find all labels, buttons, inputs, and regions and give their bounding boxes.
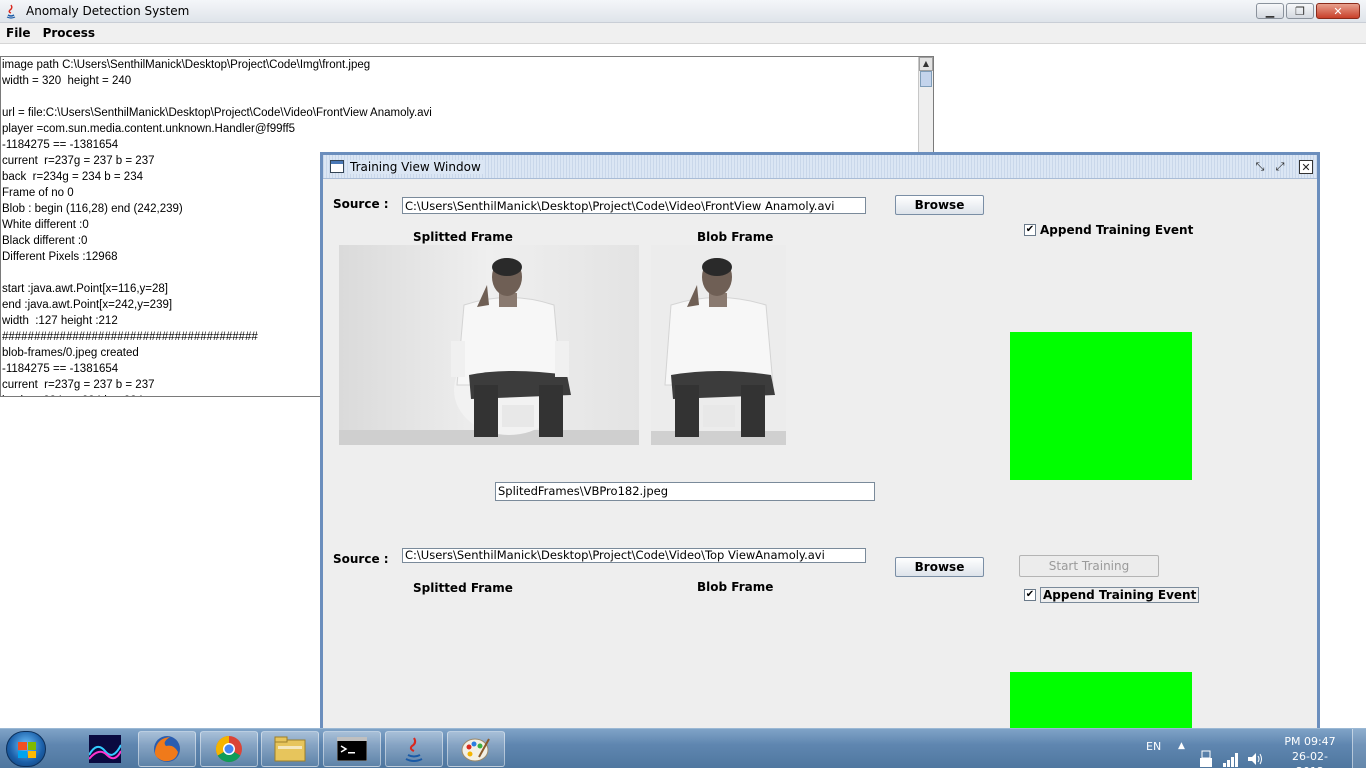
paint-icon — [461, 738, 490, 762]
status-indicator-bottom — [1010, 672, 1192, 731]
source-label-top: Source : — [333, 197, 389, 211]
menu-process[interactable]: Process — [37, 23, 102, 43]
append-training-checkbox-top[interactable]: ✔ Append Training Event — [1024, 223, 1193, 237]
restore-icon: ❐ — [1295, 4, 1305, 18]
blob-frame-image — [651, 245, 786, 445]
taskbar-media[interactable] — [76, 731, 134, 767]
frame-file-field[interactable]: SplitedFrames\VBPro182.jpeg — [495, 482, 875, 501]
source-field-bottom[interactable]: C:\Users\SenthilManick\Desktop\Project\C… — [402, 548, 866, 563]
maximize-icon[interactable]: ⤢ — [1273, 160, 1287, 174]
volume-icon[interactable] — [1246, 739, 1264, 768]
append-training-label: Append Training Event — [1040, 587, 1200, 603]
iconify-icon[interactable]: ⤡ — [1253, 160, 1267, 174]
log-line: image path C:\Users\SenthilManick\Deskto… — [2, 59, 371, 71]
taskbar-chrome[interactable] — [200, 731, 258, 767]
folder-icon — [274, 736, 306, 762]
checkbox-check-icon: ✔ — [1024, 224, 1036, 236]
log-line: -1184275 == -1381654 — [2, 139, 119, 151]
taskbar-paint[interactable] — [447, 731, 505, 767]
training-window-title: Training View Window — [350, 160, 485, 174]
close-button[interactable]: ✕ — [1316, 3, 1360, 19]
status-indicator-top — [1010, 332, 1192, 480]
clock-time: PM 09:47 — [1284, 735, 1336, 748]
taskbar-firefox[interactable] — [138, 731, 196, 767]
training-view-window: Training View Window ⤡ ⤢ ✕ Source : C:\U… — [320, 152, 1320, 731]
usb-icon[interactable] — [1198, 739, 1214, 768]
chrome-icon — [215, 735, 242, 763]
splitted-frame-label-top: Splitted Frame — [413, 230, 513, 244]
windows-logo-icon — [18, 742, 36, 758]
close-icon: ✕ — [1333, 4, 1343, 18]
training-title-bar[interactable]: Training View Window ⤡ ⤢ ✕ — [323, 155, 1317, 179]
source-field-top[interactable]: C:\Users\SenthilManick\Desktop\Project\C… — [402, 197, 866, 214]
network-icon[interactable] — [1222, 739, 1240, 768]
scroll-up-icon[interactable]: ▲ — [919, 57, 933, 71]
window-title: Anomaly Detection System — [26, 4, 190, 18]
minimize-icon: ▁ — [1265, 4, 1275, 18]
java-app-icon — [6, 4, 16, 19]
show-hidden-icons-icon[interactable]: ▲ — [1178, 741, 1185, 768]
restore-button[interactable]: ❐ — [1286, 3, 1314, 19]
close-icon[interactable]: ✕ — [1299, 160, 1313, 174]
menu-bar: File Process — [0, 23, 1366, 44]
start-training-button[interactable]: Start Training — [1019, 555, 1159, 577]
taskbar: EN ▲ PM 09:47 26-02-2012 — [0, 728, 1366, 768]
menu-file[interactable]: File — [0, 23, 37, 43]
window-icon — [330, 160, 344, 173]
taskbar-cmd[interactable] — [323, 731, 381, 767]
append-training-checkbox-bottom[interactable]: ✔ Append Training Event — [1024, 587, 1200, 603]
blob-frame-label-bottom: Blob Frame — [697, 580, 774, 594]
log-line: player =com.sun.media.content.unknown.Ha… — [2, 123, 296, 135]
java-icon — [405, 737, 423, 762]
start-button[interactable] — [6, 731, 46, 767]
browse-button-top[interactable]: Browse — [895, 195, 984, 215]
taskbar-java[interactable] — [385, 731, 443, 767]
splitted-frame-image — [339, 245, 639, 445]
scroll-thumb[interactable] — [920, 71, 932, 87]
append-training-label: Append Training Event — [1040, 223, 1194, 237]
firefox-icon — [154, 736, 180, 762]
title-bar: Anomaly Detection System ▁ ❐ ✕ — [0, 0, 1366, 23]
cmd-icon — [337, 737, 367, 761]
show-desktop-button[interactable] — [1352, 729, 1366, 768]
language-indicator[interactable]: EN — [1146, 740, 1161, 768]
blob-frame-label-top: Blob Frame — [697, 230, 774, 244]
media-icon — [89, 735, 121, 763]
minimize-button[interactable]: ▁ — [1256, 3, 1284, 19]
splitted-frame-label-bottom: Splitted Frame — [413, 581, 513, 595]
system-clock[interactable]: PM 09:47 26-02-2012 — [1280, 734, 1340, 768]
clock-date: 26-02-2012 — [1292, 750, 1328, 768]
source-label-bottom: Source : — [333, 552, 389, 566]
checkbox-check-icon: ✔ — [1024, 589, 1036, 601]
log-line: url = file:C:\Users\SenthilManick\Deskto… — [2, 107, 432, 119]
browse-button-bottom[interactable]: Browse — [895, 557, 984, 577]
log-line: width = 320 height = 240 — [2, 75, 132, 87]
taskbar-explorer[interactable] — [261, 731, 319, 767]
